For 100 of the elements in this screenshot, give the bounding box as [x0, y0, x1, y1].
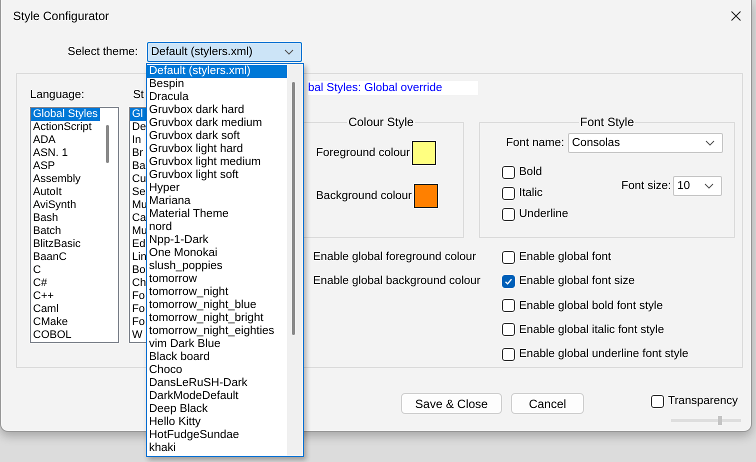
- dropdown-item[interactable]: tomorrow_night_blue: [147, 299, 287, 312]
- dropdown-item[interactable]: vim Dark Blue: [147, 338, 287, 351]
- dropdown-item[interactable]: slush_poppies: [147, 260, 287, 273]
- list-item[interactable]: ADA: [31, 134, 100, 147]
- list-item[interactable]: AutoIt: [31, 186, 100, 199]
- dropdown-item[interactable]: Black board: [147, 351, 287, 364]
- dropdown-item[interactable]: tomorrow_night_bright: [147, 312, 287, 325]
- chevron-down-icon: [284, 49, 294, 55]
- checkbox-label: Enable global italic font style: [519, 324, 664, 336]
- slider-thumb[interactable]: [718, 416, 722, 425]
- checkbox-label: Enable global foreground colour: [313, 250, 478, 265]
- dropdown-item[interactable]: Default (stylers.xml): [147, 65, 287, 78]
- dropdown-item[interactable]: Mariana: [147, 195, 287, 208]
- dropdown-item[interactable]: DansLeRuSH-Dark: [147, 377, 287, 390]
- style-header: bal Styles: Global override: [308, 81, 478, 95]
- close-icon[interactable]: [731, 11, 741, 21]
- list-item[interactable]: Ca: [130, 212, 150, 225]
- list-item[interactable]: De: [130, 121, 150, 134]
- dropdown-item[interactable]: One Monokai: [147, 247, 287, 260]
- dropdown-item[interactable]: tomorrow_night: [147, 286, 287, 299]
- checkbox[interactable]: [651, 394, 664, 408]
- checkbox[interactable]: [502, 348, 515, 361]
- checkmark-icon: [504, 276, 513, 286]
- list-item[interactable]: In: [130, 134, 150, 147]
- field-label: Font size:: [621, 180, 672, 192]
- checkbox[interactable]: [502, 166, 515, 178]
- colour-swatch[interactable]: [412, 141, 436, 165]
- dropdown-item[interactable]: Gruvbox dark hard: [147, 104, 287, 117]
- list-item[interactable]: Se: [130, 186, 150, 199]
- dropdown-item[interactable]: Bespin: [147, 78, 287, 91]
- list-item[interactable]: ASP: [31, 160, 100, 173]
- checkbox[interactable]: [502, 323, 515, 336]
- checkbox-label: Transparency: [668, 395, 738, 407]
- list-item[interactable]: Batch: [31, 225, 100, 238]
- cancel-button[interactable]: Cancel: [511, 393, 584, 414]
- dropdown-item[interactable]: nord: [147, 221, 287, 234]
- list-item[interactable]: Ba: [130, 160, 150, 173]
- dropdown-item[interactable]: tomorrow: [147, 273, 287, 286]
- dropdown-item[interactable]: khaki: [147, 442, 287, 455]
- colour-label: Foreground colour: [316, 147, 410, 159]
- checkbox[interactable]: [502, 208, 515, 220]
- list-item[interactable]: Lin: [130, 251, 150, 264]
- field-label: Font name:: [506, 137, 566, 149]
- list-item[interactable]: C#: [31, 277, 100, 290]
- dropdown-item[interactable]: Material Theme: [147, 208, 287, 221]
- checkbox[interactable]: [502, 299, 515, 312]
- list-item[interactable]: ActionScript: [31, 121, 100, 134]
- scrollbar[interactable]: [287, 64, 303, 456]
- list-item[interactable]: Assembly: [31, 173, 100, 186]
- list-item[interactable]: BaanC: [31, 251, 100, 264]
- list-item[interactable]: Global Styles: [31, 108, 100, 121]
- list-item[interactable]: Ed: [130, 238, 150, 251]
- dropdown-item[interactable]: Hello Kitty: [147, 416, 287, 429]
- dropdown[interactable]: 10: [673, 176, 722, 196]
- checkbox-label: Enable global font: [519, 251, 612, 263]
- colour-swatch[interactable]: [414, 184, 438, 208]
- group-title: Font Style: [578, 115, 636, 129]
- checkbox-label: Enable global underline font style: [519, 348, 688, 360]
- list-item[interactable]: Caml: [31, 303, 100, 316]
- list-item[interactable]: Br: [130, 147, 150, 160]
- dropdown-item[interactable]: Gruvbox dark soft: [147, 130, 287, 143]
- list-item[interactable]: Cu: [130, 173, 150, 186]
- dropdown-item[interactable]: Deep Black: [147, 403, 287, 416]
- dropdown-item[interactable]: Hyper: [147, 182, 287, 195]
- checkbox[interactable]: [502, 250, 515, 264]
- checkbox[interactable]: [502, 186, 515, 200]
- dropdown-item[interactable]: Gruvbox light medium: [147, 156, 287, 169]
- group-title: Colour Style: [347, 115, 415, 129]
- checkbox-label: Enable global bold font style: [519, 300, 663, 312]
- dropdown-item[interactable]: Npp-1-Dark: [147, 234, 287, 247]
- list-item[interactable]: Fo: [130, 303, 150, 316]
- list-item[interactable]: Fo: [130, 316, 150, 329]
- dropdown[interactable]: Default (stylers.xml): [147, 42, 302, 62]
- list-item[interactable]: COBOL: [31, 329, 100, 342]
- list-item[interactable]: Ch: [130, 277, 150, 290]
- list-item[interactable]: Bash: [31, 212, 100, 225]
- dropdown-item[interactable]: tomorrow_night_eighties: [147, 325, 287, 338]
- checkbox[interactable]: [502, 274, 515, 288]
- list-item[interactable]: W: [130, 329, 150, 342]
- save-button[interactable]: Save & Close: [401, 393, 502, 414]
- checkbox-label: Enable global background colour: [313, 274, 482, 289]
- dropdown-item[interactable]: Gruvbox dark medium: [147, 117, 287, 130]
- dropdown-item[interactable]: Choco: [147, 364, 287, 377]
- list-item[interactable]: C: [31, 264, 100, 277]
- list-item[interactable]: CMake: [31, 316, 100, 329]
- dropdown-item[interactable]: Gruvbox light hard: [147, 143, 287, 156]
- dropdown-item[interactable]: Gruvbox light soft: [147, 169, 287, 182]
- list-item[interactable]: AviSynth: [31, 199, 100, 212]
- list-item[interactable]: BlitzBasic: [31, 238, 100, 251]
- list-item[interactable]: ASN. 1: [31, 147, 100, 160]
- dropdown-item[interactable]: DarkModeDefault: [147, 390, 287, 403]
- list-item[interactable]: Fo: [130, 290, 150, 303]
- chevron-down-icon: [705, 140, 715, 146]
- list-item[interactable]: C++: [31, 290, 100, 303]
- dropdown-item[interactable]: Dracula: [147, 91, 287, 104]
- dropdown-item[interactable]: HotFudgeSundae: [147, 429, 287, 442]
- dropdown[interactable]: Consolas: [568, 133, 723, 153]
- colour-label: Background colour: [316, 190, 412, 202]
- checkbox-label: Underline: [519, 208, 568, 220]
- list-item[interactable]: Bo: [130, 264, 150, 277]
